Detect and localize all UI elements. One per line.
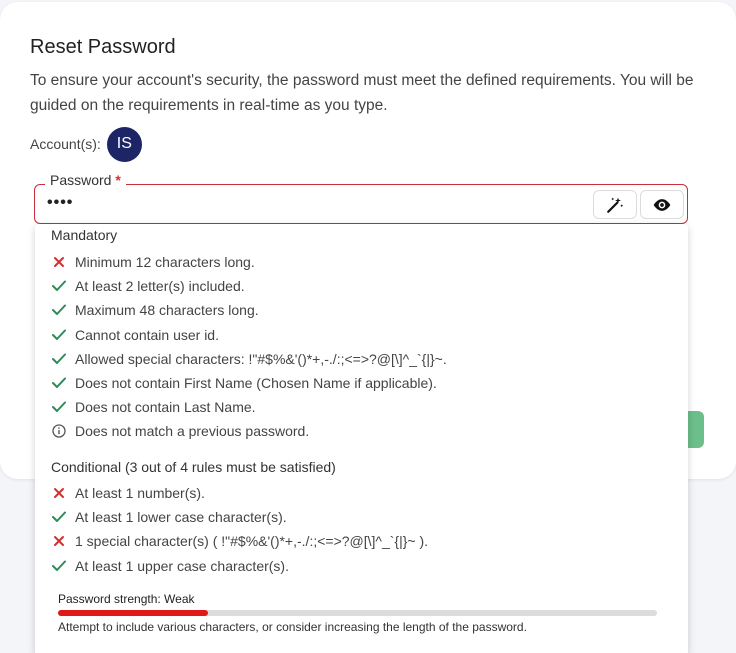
generate-password-button[interactable]	[593, 190, 637, 219]
requirement-text: Does not match a previous password.	[75, 423, 310, 440]
avatar[interactable]: IS	[106, 126, 142, 162]
password-requirements-popover: Mandatory Minimum 12 characters long. At …	[35, 224, 688, 653]
check-icon	[51, 278, 67, 294]
requirement-item: At least 1 lower case character(s).	[51, 507, 287, 527]
accounts-label: Account(s):	[30, 136, 101, 152]
requirement-text: At least 1 upper case character(s).	[75, 557, 289, 574]
eye-icon	[653, 198, 671, 211]
requirement-item: Does not contain Last Name.	[51, 397, 256, 417]
requirement-text: 1 special character(s) ( !"#$%&'()*+,-./…	[75, 533, 429, 550]
cross-icon	[51, 485, 67, 501]
check-icon	[51, 509, 67, 525]
requirement-text: Does not contain Last Name.	[75, 399, 256, 416]
requirement-text: At least 1 number(s).	[75, 485, 205, 501]
mandatory-title: Mandatory	[51, 227, 118, 243]
check-icon	[51, 399, 67, 415]
toggle-visibility-button[interactable]	[640, 190, 684, 219]
magic-wand-icon	[607, 197, 624, 213]
password-input[interactable]: ••••	[47, 194, 73, 212]
requirement-item: 1 special character(s) ( !"#$%&'()*+,-./…	[51, 531, 428, 551]
requirement-text: Cannot contain user id.	[75, 326, 219, 343]
check-icon	[51, 327, 67, 343]
cross-icon	[51, 533, 67, 549]
requirement-text: At least 1 lower case character(s).	[75, 509, 287, 526]
requirement-text: Maximum 48 characters long.	[75, 302, 259, 319]
requirement-text: Does not contain First Name (Chosen Name…	[75, 375, 437, 391]
conditional-title: Conditional (3 out of 4 rules must be sa…	[51, 459, 336, 475]
requirement-item: Does not match a previous password.	[51, 421, 309, 441]
strength-meter	[58, 610, 657, 616]
requirement-item: At least 1 upper case character(s).	[51, 556, 289, 576]
requirement-text: Allowed special characters: !"#$%&'()*+,…	[75, 350, 447, 367]
submit-button[interactable]	[686, 411, 704, 448]
requirement-item: At least 2 letter(s) included.	[51, 276, 245, 296]
check-icon	[51, 558, 67, 574]
requirement-item: Allowed special characters: !"#$%&'()*+,…	[51, 349, 447, 369]
strength-label: Password strength: Weak	[58, 592, 195, 606]
password-label: Password *	[45, 172, 126, 188]
strength-meter-fill	[58, 610, 208, 616]
page-title: Reset Password	[30, 36, 176, 58]
accounts-row: Account(s): IS	[30, 126, 142, 162]
cross-icon	[51, 254, 67, 270]
info-icon	[51, 423, 67, 439]
password-label-text: Password	[50, 172, 112, 188]
requirement-item: Cannot contain user id.	[51, 325, 219, 345]
check-icon	[51, 302, 67, 318]
requirement-item: Does not contain First Name (Chosen Name…	[51, 373, 437, 393]
requirement-text: At least 2 letter(s) included.	[75, 278, 245, 295]
requirement-item: Maximum 48 characters long.	[51, 300, 259, 320]
strength-hint: Attempt to include various characters, o…	[58, 620, 527, 634]
requirement-item: At least 1 number(s).	[51, 483, 205, 503]
requirement-item: Minimum 12 characters long.	[51, 252, 255, 272]
required-marker: *	[115, 172, 121, 188]
password-field[interactable]: ••••	[34, 184, 688, 224]
check-icon	[51, 351, 67, 367]
check-icon	[51, 375, 67, 391]
page-description: To ensure your account's security, the p…	[30, 72, 694, 114]
requirement-text: Minimum 12 characters long.	[75, 254, 255, 270]
